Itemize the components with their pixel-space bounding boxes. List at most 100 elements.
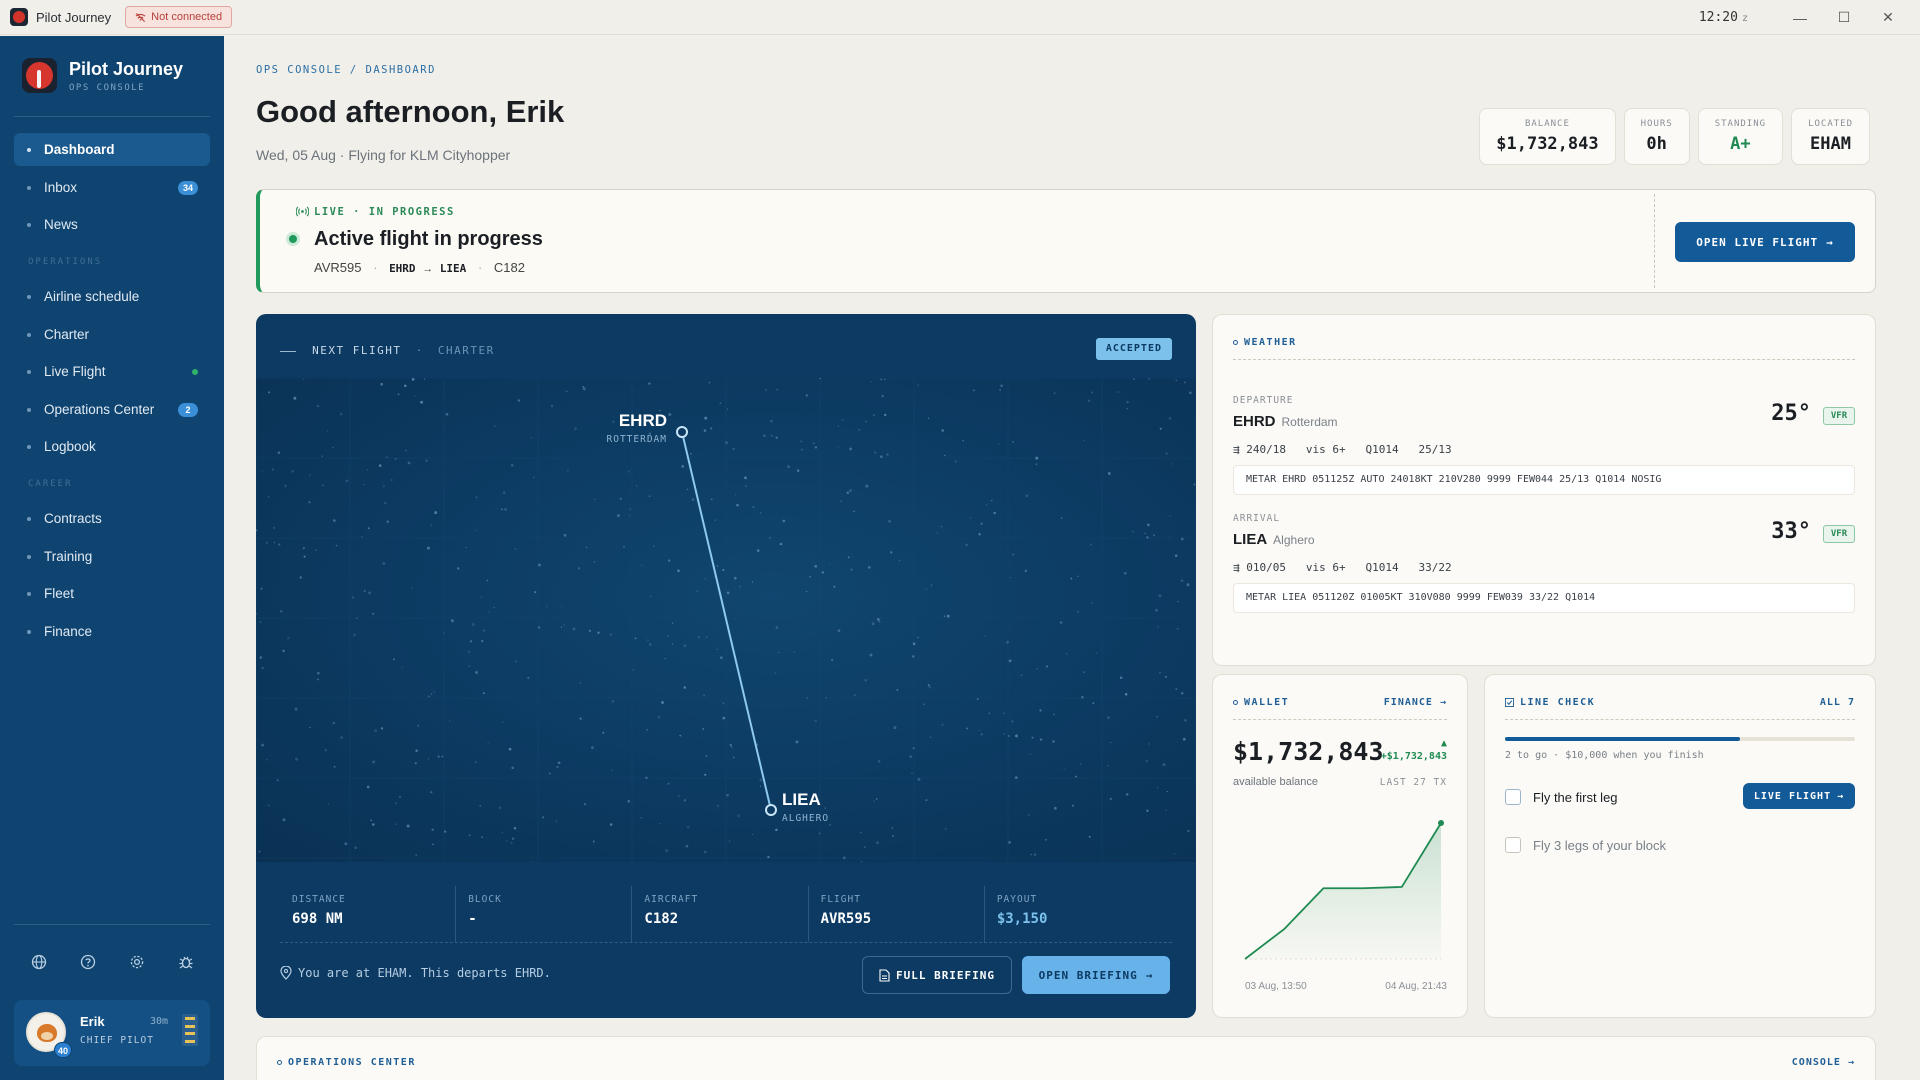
live-flight-route: AVR595 · EHRD → LIEA · C182 [314,260,525,275]
button-label: OPEN LIVE FLIGHT [1696,235,1819,249]
open-live-flight-button[interactable]: OPEN LIVE FLIGHT → [1675,222,1855,262]
arrival-airport: LIEA Alghero [1233,531,1315,548]
wallet-header: WALLET [1233,697,1289,708]
minimize-button[interactable]: — [1778,10,1822,26]
settings-icon[interactable] [123,948,151,976]
chart-x-end: 04 Aug, 21:43 [1385,981,1447,992]
arrow-right-icon: → [1847,1057,1855,1068]
progress-fill [1505,737,1740,741]
sidebar-divider [14,116,210,117]
stat-label: PAYOUT [996,894,1038,905]
bug-icon[interactable] [172,948,200,976]
operations-center-header: OPERATIONS CENTER [277,1057,416,1068]
live-flight-button[interactable]: LIVE FLIGHT → [1743,783,1855,809]
header-stats: BALANCE $1,732,843 HOURS 0h STANDING A+ LOC… [1479,108,1870,165]
nav-dot-icon [27,223,31,227]
route-from: EHRD [389,262,416,275]
departure-marker [676,426,688,438]
sidebar-item-label: Charter [44,326,90,342]
sidebar-item-charter[interactable]: Charter [14,318,210,351]
location-pin-icon [280,966,292,980]
maximize-button[interactable]: ☐ [1822,9,1866,26]
sidebar-item-fleet[interactable]: Fleet [14,577,210,610]
help-icon[interactable] [74,948,102,976]
sidebar-item-inbox[interactable]: Inbox 34 [14,171,210,204]
departure-metar[interactable]: METAR EHRD 051125Z AUTO 24018KT 210V280 … [1233,465,1855,495]
stat-label: FLIGHT [820,894,861,905]
sidebar-item-logbook[interactable]: Logbook [14,430,210,463]
user-card[interactable]: 40 Erik 30m CHIEF PILOT [14,1000,210,1066]
temp-dew: 25/13 [1418,443,1452,456]
clock-time: 12:20 [1698,10,1738,25]
arrival-metar[interactable]: METAR LIEA 051120Z 01005KT 310V080 9999 … [1233,583,1855,613]
breadcrumb: OPS CONSOLE / DASHBOARD [256,64,436,76]
full-briefing-button[interactable]: FULL BRIEFING [862,956,1012,994]
sidebar-item-label: News [44,217,78,232]
stat-payout: PAYOUT $3,150 [983,886,1160,942]
flight-stats: DISTANCE 698 NM BLOCK - AIRCRAFT C182 FLIGH… [292,886,1160,942]
brand-logo-icon [22,58,57,93]
pin-icon [1233,700,1238,705]
stat-label: BLOCK [468,894,502,905]
nav-dot-icon [27,185,31,190]
sidebar-item-label: Airline schedule [44,289,140,304]
user-name: Erik [80,1014,105,1029]
wind: 240/18 [1246,443,1286,456]
brand-subtitle: OPS CONSOLE [69,82,146,93]
pin-icon [1233,340,1238,345]
main-nav: Dashboard Inbox 34 News OPERATIONS Airlin… [14,133,210,652]
inbox-count-badge: 34 [177,180,198,195]
finance-link[interactable]: FINANCE → [1384,697,1447,708]
sidebar-item-label: Operations Center [44,401,155,417]
sidebar-item-airline-schedule[interactable]: Airline schedule [14,280,210,313]
sidebar-item-label: Contracts [44,511,102,526]
wallet-card: WALLET FINANCE → $1,732,843 ▲ +$1,732,843… [1212,674,1468,1018]
task-checkbox[interactable] [1505,837,1521,853]
nav-dot-icon [27,629,31,634]
sidebar-item-contracts[interactable]: Contracts [14,502,210,535]
weather-card: WEATHER DEPARTURE EHRD Rotterdam 25° VFR … [1212,314,1876,666]
page-subtitle: Wed, 05 Aug · Flying for KLM Cityhopper [256,147,511,163]
open-briefing-button[interactable]: OPEN BRIEFING → [1022,956,1170,994]
sidebar-item-dashboard[interactable]: Dashboard [14,133,210,166]
stat-value: A+ [1730,134,1751,154]
sidebar-item-news[interactable]: News [14,208,210,241]
stat-located: LOCATED EHAM [1791,108,1870,165]
route-map[interactable]: EHRD ROTTERDAM LIEA ALGHERO [256,378,1196,862]
task-item[interactable]: Fly the first leg [1505,789,1618,805]
sidebar-item-operations-center[interactable]: Operations Center 2 [14,393,210,426]
sidebar-divider [14,924,210,925]
flight-type: CHARTER [437,344,495,357]
session-time: 30m [150,1016,169,1027]
location-note-text: You are at EHAM. This departs EHRD. [298,966,551,980]
task-checkbox[interactable] [1505,789,1521,805]
stat-aircraft: AIRCRAFT C182 [631,886,807,942]
connection-status-badge[interactable]: Not connected [125,6,233,28]
arrival-temp: 33° [1771,519,1811,544]
card-title: LINE CHECK [1520,697,1596,708]
globe-icon[interactable] [25,948,53,976]
stat-value: $3,150 [996,911,1048,927]
stat-value: - [468,911,477,927]
sidebar-item-label: Inbox [44,179,78,195]
departure-flight-category: VFR [1823,407,1855,425]
chart-area [1245,823,1441,959]
divider [1505,719,1855,720]
console-link[interactable]: CONSOLE → [1792,1057,1855,1068]
departure-airport: EHRD Rotterdam [1233,413,1338,430]
divider [1233,719,1447,720]
route-line [681,431,772,811]
sidebar-item-training[interactable]: Training [14,540,210,573]
sidebar-item-label: Live Flight [44,364,106,379]
stat-distance: DISTANCE 698 NM [292,886,455,942]
temp-dew: 33/22 [1418,561,1452,574]
close-button[interactable]: ✕ [1866,9,1910,26]
departure-label: DEPARTURE [1233,395,1294,406]
airport-code: EHRD [1233,413,1276,430]
sidebar-item-live-flight[interactable]: Live Flight [14,355,210,388]
weather-header: WEATHER [1233,337,1297,348]
all-tasks-link[interactable]: ALL 7 [1820,697,1855,708]
sidebar-item-finance[interactable]: Finance [14,615,210,648]
brand[interactable]: Pilot Journey OPS CONSOLE [22,58,183,93]
task-item[interactable]: Fly 3 legs of your block [1505,837,1666,853]
